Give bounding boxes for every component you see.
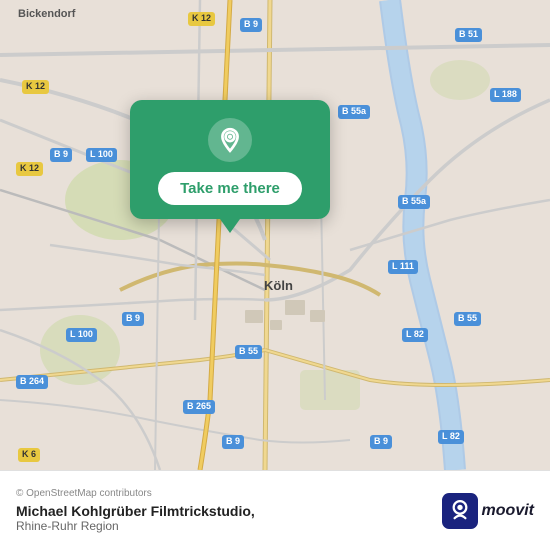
bickendorf-label: Bickendorf: [18, 8, 75, 20]
location-title: Michael Kohlgrüber Filmtrickstudio,: [16, 503, 255, 519]
bottom-bar: © OpenStreetMap contributors Michael Koh…: [0, 470, 550, 550]
road-label-k12-left: K 12: [22, 80, 49, 94]
road-label-b9-top: B 9: [240, 18, 262, 32]
moovit-text: moovit: [482, 502, 534, 520]
location-pin-icon: [217, 127, 243, 153]
take-me-there-button[interactable]: Take me there: [158, 172, 302, 205]
moovit-logo: moovit: [442, 493, 534, 529]
road-label-b55a-right: B 55a: [398, 195, 430, 209]
attribution-text: © OpenStreetMap contributors: [16, 488, 255, 499]
location-icon-container: [208, 118, 252, 162]
road-label-b264: B 264: [16, 375, 48, 389]
road-label-b55a-top: B 55a: [338, 105, 370, 119]
road-label-l188: L 188: [490, 88, 521, 102]
road-label-k12-mid: K 12: [16, 162, 43, 176]
moovit-icon: [442, 493, 478, 529]
road-label-b265: B 265: [183, 400, 215, 414]
road-label-l82-bottom: L 82: [438, 430, 464, 444]
road-label-k12-top: K 12: [188, 12, 215, 26]
road-label-k6: K 6: [18, 448, 40, 462]
road-label-l111: L 111: [388, 260, 418, 274]
location-info: © OpenStreetMap contributors Michael Koh…: [16, 488, 255, 533]
road-label-b55-bottom: B 55: [235, 345, 262, 359]
road-label-l82-top: L 82: [402, 328, 428, 342]
road-label-b55-right: B 55: [454, 312, 481, 326]
location-subtitle: Rhine-Ruhr Region: [16, 519, 255, 533]
map-svg: [0, 0, 550, 470]
koln-label: Köln: [264, 278, 293, 293]
road-label-b9-bottom2: B 9: [370, 435, 392, 449]
road-label-b51: B 51: [455, 28, 482, 42]
road-label-l100-top: L 100: [86, 148, 117, 162]
road-label-b9-mid: B 9: [50, 148, 72, 162]
map-container: B 9 K 12 B 51 Bickendorf K 12 L 188 B 55…: [0, 0, 550, 470]
road-label-b9-low: B 9: [122, 312, 144, 326]
road-label-b9-bottom1: B 9: [222, 435, 244, 449]
location-popup: Take me there: [130, 100, 330, 219]
road-label-l100-low: L 100: [66, 328, 97, 342]
